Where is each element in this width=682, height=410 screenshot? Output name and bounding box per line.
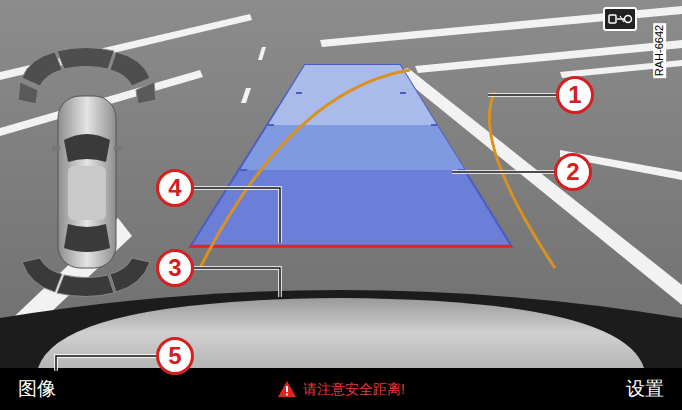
callout: 5 bbox=[156, 337, 194, 375]
camera-mode-icon[interactable] bbox=[603, 7, 637, 31]
callout: 3 bbox=[156, 249, 194, 287]
camera-display: RAH-6642 图像 请注意安全距离! 设置 bbox=[0, 0, 682, 410]
callout: 4 bbox=[156, 169, 194, 207]
leader-lines bbox=[0, 0, 682, 410]
warning-icon bbox=[277, 380, 297, 398]
figure-code: RAH-6642 bbox=[653, 23, 666, 78]
image-button[interactable]: 图像 bbox=[18, 375, 56, 404]
settings-button[interactable]: 设置 bbox=[626, 375, 664, 404]
bottom-bar: 图像 请注意安全距离! 设置 bbox=[0, 368, 682, 410]
callout: 1 bbox=[556, 76, 594, 114]
warning: 请注意安全距离! bbox=[277, 379, 405, 400]
callout: 2 bbox=[554, 153, 592, 191]
warning-text: 请注意安全距离! bbox=[303, 379, 405, 400]
